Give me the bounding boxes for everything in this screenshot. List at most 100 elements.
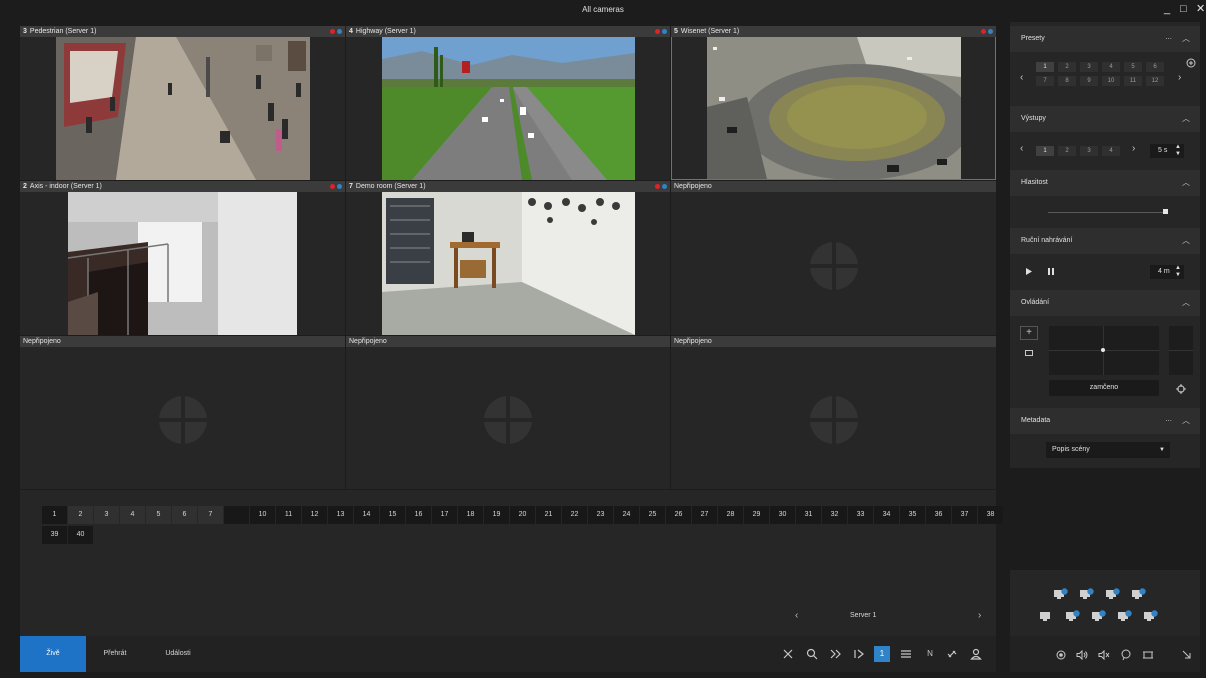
preset-button[interactable]: 3 <box>1080 62 1098 72</box>
camera-tile-demo-room[interactable]: 7 Demo room (Server 1) <box>346 181 670 335</box>
tab-playback[interactable]: Přehrát <box>94 636 136 672</box>
layout-number-button[interactable]: 20 <box>510 506 535 524</box>
layout-number-button[interactable]: 2 <box>68 506 93 524</box>
monitor-download-icon[interactable] <box>1080 588 1094 600</box>
outputs-section-header[interactable]: Výstupy ︿ <box>1010 106 1200 132</box>
camera-tile-empty[interactable]: Nepřipojeno <box>671 336 996 489</box>
server-next-button[interactable]: › <box>978 610 981 621</box>
layout-number-button[interactable]: 39 <box>42 526 67 544</box>
layout-number-button[interactable]: 35 <box>900 506 925 524</box>
minimize-button[interactable]: _ <box>1164 3 1170 15</box>
layout-number-button[interactable]: 6 <box>172 506 197 524</box>
fullscreen-icon[interactable] <box>1025 350 1033 356</box>
layout-number-button[interactable]: 25 <box>640 506 665 524</box>
chevron-up-icon[interactable]: ︿ <box>1182 290 1190 316</box>
chat-icon[interactable] <box>1120 649 1132 661</box>
layout-number-button[interactable]: 34 <box>874 506 899 524</box>
preset-button[interactable]: 12 <box>1146 76 1164 86</box>
chevron-up-icon[interactable]: ︿ <box>1182 26 1190 52</box>
layout-number-button[interactable]: 1 <box>42 506 67 524</box>
layout-number-button[interactable]: 11 <box>276 506 301 524</box>
output-button[interactable]: 1 <box>1036 146 1054 156</box>
crosshair-icon[interactable] <box>1176 384 1186 394</box>
preset-button[interactable]: 6 <box>1146 62 1164 72</box>
record-icon[interactable] <box>1056 650 1066 660</box>
layout-number-button[interactable]: 14 <box>354 506 379 524</box>
server-prev-button[interactable]: ‹ <box>795 610 798 621</box>
preset-next-button[interactable]: › <box>1178 72 1181 83</box>
camera-tile-wisenet[interactable]: 5 Wisenet (Server 1) <box>671 26 996 180</box>
layout-number-button[interactable]: 31 <box>796 506 821 524</box>
preset-button[interactable]: 10 <box>1102 76 1120 86</box>
metadata-section-header[interactable]: Metadata ... ︿ <box>1010 408 1200 434</box>
layout-number-button[interactable]: 23 <box>588 506 613 524</box>
layout-number-button[interactable]: 18 <box>458 506 483 524</box>
layout-number-button[interactable]: 19 <box>484 506 509 524</box>
speaker-icon[interactable] <box>1076 650 1088 660</box>
close-icon[interactable] <box>782 648 794 660</box>
add-preset-icon[interactable] <box>1186 58 1196 68</box>
layout-number-button[interactable]: 12 <box>302 506 327 524</box>
close-button[interactable]: ✕ <box>1196 3 1205 15</box>
manual-recording-section-header[interactable]: Ruční nahrávání ︿ <box>1010 228 1200 254</box>
preset-button[interactable]: 7 <box>1036 76 1054 86</box>
layout-number-button[interactable]: 16 <box>406 506 431 524</box>
camera-tile-empty[interactable]: Nepřipojeno <box>671 181 996 335</box>
single-view-icon[interactable]: 1 <box>874 646 890 662</box>
camera-tile-pedestrian[interactable]: 3 Pedestrian (Server 1) <box>20 26 345 180</box>
play-icon[interactable] <box>1026 268 1032 275</box>
layout-number-button[interactable]: 32 <box>822 506 847 524</box>
layout-number-button[interactable]: 21 <box>536 506 561 524</box>
presets-section-header[interactable]: Presety ... ︿ <box>1010 26 1200 52</box>
monitor-remove-icon[interactable] <box>1106 588 1120 600</box>
more-options-button[interactable]: ... <box>1165 406 1172 432</box>
monitor-location-icon[interactable] <box>1092 610 1106 622</box>
layout-empty-slot[interactable] <box>224 506 249 524</box>
layout-number-button[interactable]: 29 <box>744 506 769 524</box>
layout-number-button[interactable]: 36 <box>926 506 951 524</box>
lock-status-button[interactable]: zamčeno <box>1049 380 1159 396</box>
monitor-check-icon[interactable] <box>1066 610 1080 622</box>
ptz-joystick-area[interactable] <box>1049 326 1159 375</box>
tab-events[interactable]: Události <box>156 636 200 672</box>
more-options-button[interactable]: ... <box>1165 24 1172 50</box>
layout-number-button[interactable]: 13 <box>328 506 353 524</box>
mute-icon[interactable] <box>1098 650 1110 660</box>
preset-button[interactable]: 5 <box>1124 62 1142 72</box>
preset-button[interactable]: 1 <box>1036 62 1054 72</box>
monitor-plain-icon[interactable] <box>1040 610 1054 622</box>
layout-number-button[interactable]: 24 <box>614 506 639 524</box>
camera-tile-highway[interactable]: 4 Highway (Server 1) <box>346 26 670 180</box>
preset-button[interactable]: 2 <box>1058 62 1076 72</box>
layout-number-button[interactable]: 30 <box>770 506 795 524</box>
camera-tile-empty[interactable]: Nepřipojeno <box>20 336 345 489</box>
layout-number-button[interactable]: 17 <box>432 506 457 524</box>
stepper-arrows-icon[interactable]: ▲ ▼ <box>1175 265 1181 279</box>
collapse-arrow-icon[interactable] <box>1182 650 1192 660</box>
window-icon[interactable] <box>1142 650 1154 660</box>
maximize-button[interactable]: □ <box>1180 3 1187 15</box>
volume-slider-track[interactable] <box>1048 212 1168 213</box>
output-button[interactable]: 3 <box>1080 146 1098 156</box>
monitor-split-icon[interactable] <box>1144 610 1158 622</box>
stepper-arrows-icon[interactable]: ▲ ▼ <box>1175 144 1181 158</box>
volume-section-header[interactable]: Hlasitost ︿ <box>1010 170 1200 196</box>
layout-number-button[interactable]: 33 <box>848 506 873 524</box>
n-icon[interactable]: N <box>924 648 936 660</box>
link-icon[interactable] <box>946 648 958 660</box>
output-button[interactable]: 4 <box>1102 146 1120 156</box>
layout-number-button[interactable]: 3 <box>94 506 119 524</box>
menu-icon[interactable] <box>900 648 912 660</box>
preset-button[interactable]: 4 <box>1102 62 1120 72</box>
control-section-header[interactable]: Ovládání ︿ <box>1010 290 1200 316</box>
monitor-edit-icon[interactable] <box>1118 610 1132 622</box>
layout-number-button[interactable]: 7 <box>198 506 223 524</box>
layout-number-button[interactable]: 28 <box>718 506 743 524</box>
layout-number-button[interactable]: 10 <box>250 506 275 524</box>
layout-number-button[interactable]: 22 <box>562 506 587 524</box>
fast-forward-icon[interactable] <box>830 648 842 660</box>
monitor-add-icon[interactable] <box>1054 588 1068 600</box>
search-icon[interactable] <box>806 648 818 660</box>
monitor-sync-icon[interactable] <box>1132 588 1146 600</box>
layout-number-button[interactable]: 27 <box>692 506 717 524</box>
